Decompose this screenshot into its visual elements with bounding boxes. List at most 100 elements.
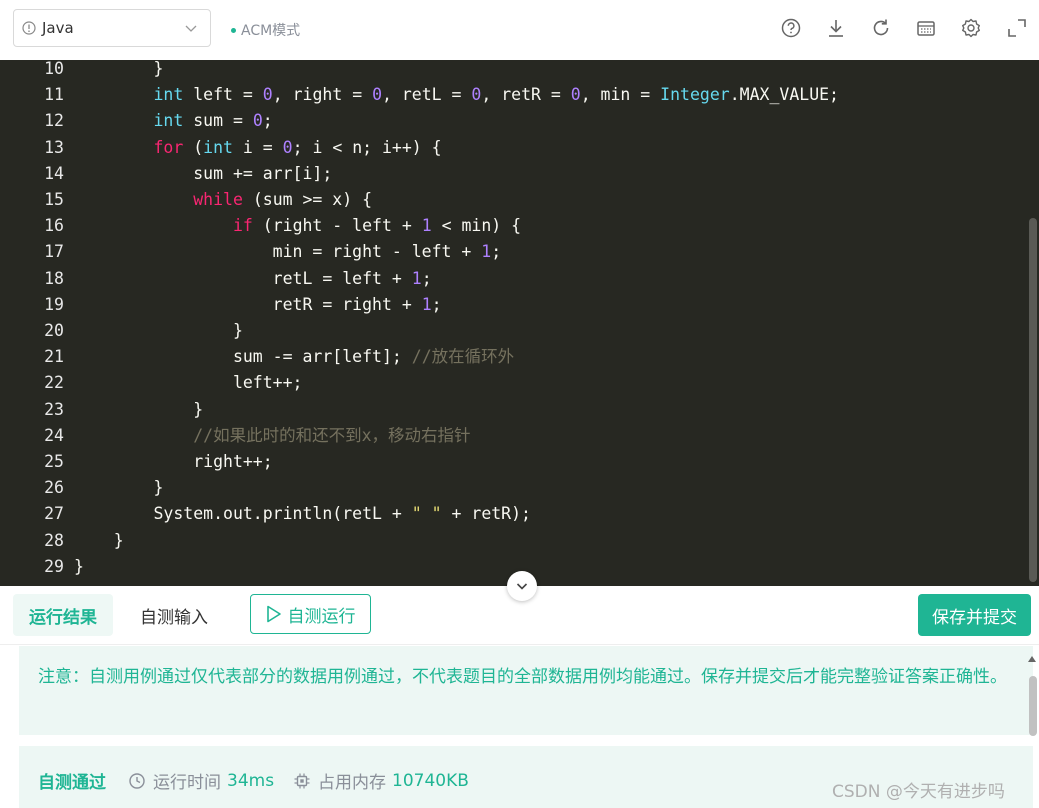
tab-run-result[interactable]: 运行结果 <box>13 594 113 636</box>
code-token: ; <box>421 268 432 288</box>
code-token: 0 <box>262 85 273 105</box>
code-token: 1 <box>481 242 492 262</box>
keyboard-icon[interactable] <box>915 17 937 39</box>
save-submit-button[interactable]: 保存并提交 <box>918 594 1031 636</box>
mode-label: ACM模式 <box>241 23 301 39</box>
tab-custom-input[interactable]: 自测输入 <box>140 594 208 636</box>
run-button-label: 自测运行 <box>287 606 356 627</box>
code-line[interactable]: 24 //如果此时的和还不到x，移动右指针 <box>0 423 1020 449</box>
download-icon[interactable] <box>825 17 847 39</box>
code-line[interactable]: 16 if (right - left + 1 < min) { <box>0 213 1020 239</box>
code-line[interactable]: 28 } <box>0 528 1020 554</box>
code-line[interactable]: 20 } <box>0 318 1020 344</box>
line-number: 25 <box>44 452 64 471</box>
line-code: min = right - left + 1; <box>74 239 502 265</box>
code-line[interactable]: 11 int left = 0, right = 0, retL = 0, re… <box>0 82 1020 108</box>
line-number: 14 <box>44 163 64 183</box>
code-line[interactable]: 10 } <box>0 60 1020 82</box>
chip-icon <box>294 773 310 788</box>
code-token: (right - left + <box>252 216 422 236</box>
line-code: while (sum >= x) { <box>74 187 372 213</box>
run-time-value: 34ms <box>227 770 275 791</box>
line-code: sum -= arr[left]; //放在循环外 <box>74 344 514 370</box>
code-token: (sum >= x) { <box>242 190 373 209</box>
code-line[interactable]: 15 while (sum >= x) { <box>0 187 1020 213</box>
line-number: 13 <box>44 137 64 157</box>
line-code: System.out.println(retL + " " + retR); <box>74 501 531 527</box>
mode-status-dot <box>231 27 236 33</box>
code-token: //如果此时的和还不到x，移动右指针 <box>193 425 471 445</box>
code-token: int <box>153 85 184 105</box>
status-badge: 自测通过 <box>38 773 106 793</box>
code-token: while <box>193 190 243 209</box>
code-token: } <box>74 530 124 550</box>
code-token: left++; <box>74 373 303 393</box>
editor-scrollbar[interactable] <box>1029 218 1037 582</box>
line-number: 21 <box>44 347 64 367</box>
line-code: } <box>74 318 243 344</box>
code-token: 0 <box>372 85 382 105</box>
run-time-label: 运行时间 <box>153 773 221 793</box>
settings-icon[interactable] <box>960 17 982 39</box>
collapse-editor-button[interactable] <box>507 571 537 601</box>
code-line[interactable]: 27 System.out.println(retL + " " + retR)… <box>0 501 1020 527</box>
line-number: 11 <box>44 85 64 105</box>
code-token: 0 <box>282 137 293 157</box>
line-code: left++; <box>74 370 303 396</box>
line-number: 26 <box>44 478 64 498</box>
line-number: 27 <box>44 504 64 524</box>
chevron-down-icon <box>516 583 528 590</box>
notice-message: 注意：自测用例通过仅代表部分的数据用例通过，不代表题目的全部数据用例均能通过。保… <box>19 646 1033 735</box>
result-scrollbar[interactable] <box>1029 676 1037 736</box>
language-label: Java <box>42 19 74 37</box>
code-token: 1 <box>421 216 432 236</box>
code-token: , right = <box>272 85 373 105</box>
code-line[interactable]: 13 for (int i = 0; i < n; i++) { <box>0 135 1020 161</box>
line-number: 16 <box>44 216 64 236</box>
code-line[interactable]: 21 sum -= arr[left]; //放在循环外 <box>0 344 1020 370</box>
line-number: 23 <box>44 399 64 419</box>
line-code: } <box>74 528 124 554</box>
line-code: int left = 0, right = 0, retL = 0, retR … <box>74 82 839 108</box>
code-editor[interactable]: 10 } 11 int left = 0, right = 0, retL = 0… <box>0 60 1039 586</box>
line-code: } <box>74 475 163 501</box>
code-token: if <box>232 216 253 236</box>
scroll-up-arrow-icon[interactable] <box>1027 654 1037 664</box>
line-code: } <box>74 397 203 423</box>
code-line[interactable]: 17 min = right - left + 1; <box>0 239 1020 265</box>
code-token: } <box>74 478 164 498</box>
self-test-run-button[interactable]: 自测运行 <box>250 594 371 634</box>
code-token: } <box>74 321 243 340</box>
line-number: 19 <box>44 294 64 314</box>
line-code: int sum = 0; <box>74 108 272 134</box>
code-token: i = <box>232 137 283 157</box>
memory-stat: 占用内存 10740KB <box>293 768 469 793</box>
code-token: 1 <box>411 268 422 288</box>
code-line[interactable]: 26 } <box>0 475 1020 501</box>
code-line[interactable]: 22 left++; <box>0 370 1020 396</box>
line-number: 18 <box>44 268 64 288</box>
code-token: < min) { <box>431 216 522 236</box>
language-select[interactable]: Java <box>13 9 211 47</box>
code-token: + retR); <box>441 504 531 524</box>
code-line[interactable]: 12 int sum = 0; <box>0 108 1020 134</box>
code-line[interactable]: 18 retL = left + 1; <box>0 266 1020 292</box>
refresh-icon[interactable] <box>870 17 892 39</box>
code-line[interactable]: 19 retR = right + 1; <box>0 292 1020 318</box>
line-number: 28 <box>44 530 64 550</box>
line-code: retR = right + 1; <box>74 292 442 318</box>
fullscreen-icon[interactable] <box>1006 17 1028 39</box>
code-token: for <box>153 137 184 157</box>
code-token: int <box>153 111 184 131</box>
line-code: sum += arr[i]; <box>74 161 332 187</box>
help-icon[interactable] <box>780 17 802 39</box>
code-line[interactable]: 23 } <box>0 397 1020 423</box>
code-token: ; <box>431 294 442 314</box>
editor-toolbar: Java ACM模式 <box>0 0 1039 60</box>
code-line[interactable]: 25 right++; <box>0 449 1020 475</box>
clock-icon <box>129 772 145 789</box>
code-line[interactable]: 14 sum += arr[i]; <box>0 161 1020 187</box>
